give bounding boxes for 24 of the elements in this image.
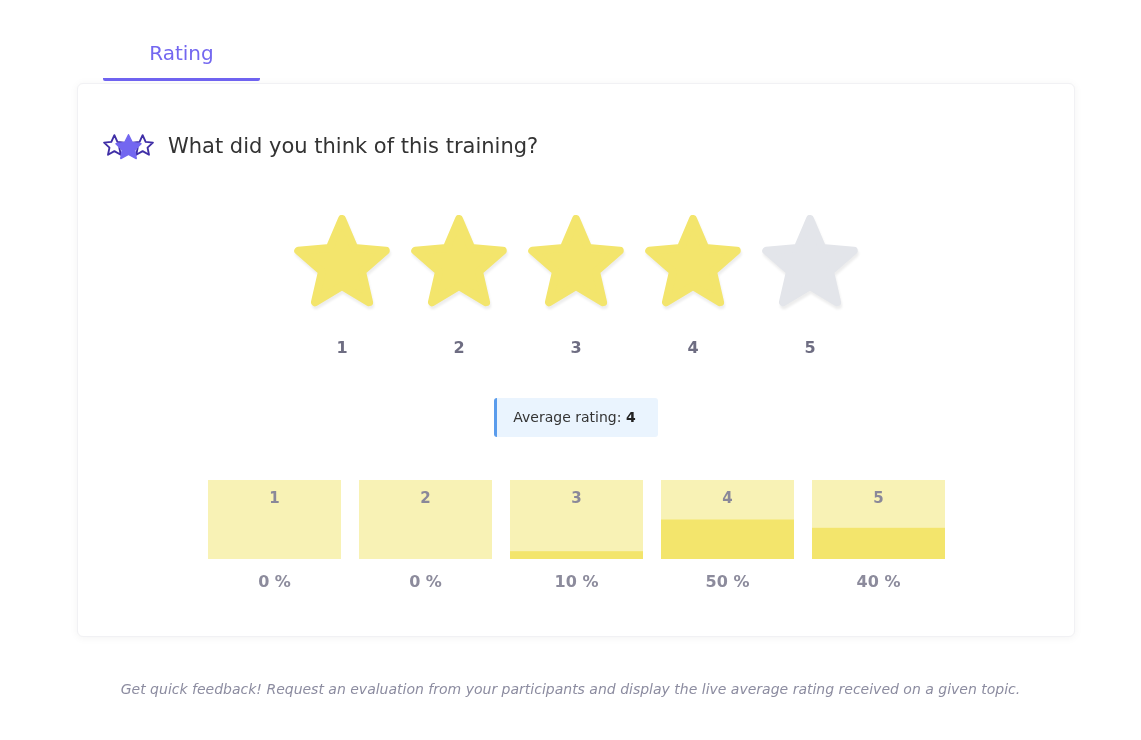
star-icon[interactable]: [528, 215, 624, 307]
star-number: 2: [452, 338, 466, 358]
question-title: What did you think of this training?: [168, 133, 539, 159]
star-number: 3: [569, 338, 583, 358]
category-label: 4: [721, 489, 733, 507]
footer-note: Get quick feedback! Request an evaluation from your participants and display the live average rating received on a given topic.: [120, 680, 1021, 699]
average-rating-banner: Average rating: 4: [494, 398, 658, 437]
category-label: 5: [872, 489, 884, 507]
star-icon[interactable]: [294, 215, 390, 307]
value-label: 0 %: [257, 572, 291, 591]
value-label: 0 %: [408, 572, 442, 591]
star-icon[interactable]: [411, 215, 507, 307]
star-rating[interactable]: [294, 215, 858, 307]
star-number: 5: [803, 338, 817, 358]
star-number: 4: [686, 338, 700, 358]
star-icon[interactable]: [762, 215, 858, 307]
star-number: 1: [335, 338, 349, 358]
value-label: 10 %: [554, 572, 598, 591]
star-icon[interactable]: [645, 215, 741, 307]
value-label: 40 %: [856, 572, 900, 591]
category-label: 3: [570, 489, 582, 507]
value-label: 50 %: [705, 572, 749, 591]
category-label: 2: [419, 489, 431, 507]
category-label: 1: [268, 489, 280, 507]
